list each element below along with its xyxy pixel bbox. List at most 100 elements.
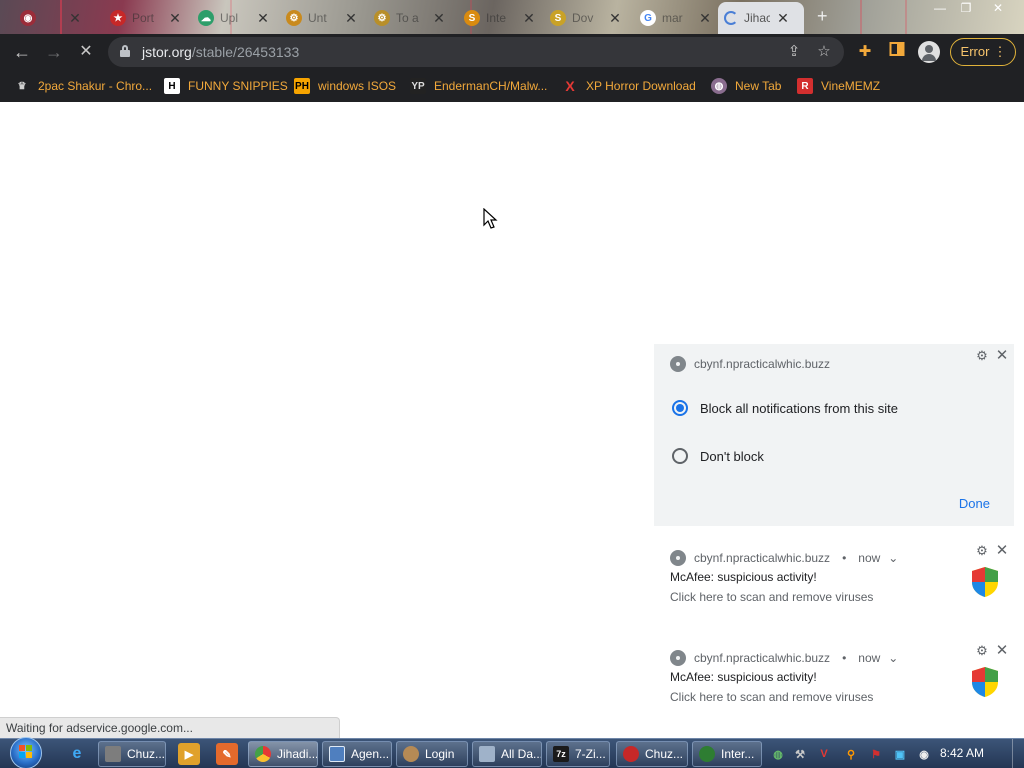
- bookmark-endermanch[interactable]: YP EndermanCH/Malw...: [410, 76, 547, 96]
- chrome-icon: [255, 746, 271, 762]
- close-tab-icon[interactable]: ✕: [698, 10, 712, 27]
- back-arrow-icon[interactable]: ←: [10, 40, 34, 64]
- chrome-icon: [670, 650, 686, 666]
- red-v-tray-icon[interactable]: V: [816, 746, 832, 762]
- url-text[interactable]: jstor.org/stable/26453133: [142, 44, 299, 60]
- notification-card[interactable]: cbynf.npracticalwhic.buzz • now ⌄ ⚙ ✕ Mc…: [654, 536, 1014, 632]
- internet-explorer-icon[interactable]: e: [66, 743, 88, 765]
- red-x-icon: X: [565, 78, 575, 94]
- red-star-icon: ★: [110, 10, 126, 26]
- bookmark-xp-horror[interactable]: X XP Horror Download: [562, 76, 696, 96]
- close-icon[interactable]: ✕: [995, 643, 1009, 658]
- restore-icon[interactable]: ❐: [952, 0, 980, 18]
- chevron-down-icon[interactable]: ⌄: [888, 651, 898, 665]
- share-icon[interactable]: ⇪: [784, 42, 804, 62]
- close-tab-icon[interactable]: ✕: [608, 10, 622, 27]
- bookmark-windows-isos[interactable]: PH windows ISOS: [294, 76, 396, 96]
- radio-block-all[interactable]: Block all notifications from this site: [672, 400, 898, 416]
- taskbar-window-inter[interactable]: Inter...: [692, 741, 762, 767]
- close-tab-icon[interactable]: ✕: [344, 10, 358, 27]
- stop-loading-icon[interactable]: ✕: [74, 40, 98, 64]
- bookmark-2pac[interactable]: ♛ 2pac Shakur - Chro...: [14, 76, 153, 96]
- tab-8[interactable]: G mar ✕: [634, 4, 718, 32]
- close-tab-icon[interactable]: ✕: [776, 10, 790, 27]
- notification-title: McAfee: suspicious activity!: [670, 670, 817, 684]
- taskbar: e Chuz... ▶ ✎ Jihadi... Agen... Login Al…: [0, 737, 1024, 768]
- taskbar-window-agen[interactable]: Agen...: [322, 741, 392, 767]
- media-player-icon[interactable]: ▶: [178, 743, 200, 765]
- tab-2[interactable]: ★ Port ✕: [104, 4, 188, 32]
- taskbar-window-chuz-1[interactable]: Chuz...: [98, 741, 166, 767]
- shield-icon: [972, 667, 998, 697]
- notification-permission-panel: cbynf.npracticalwhic.buzz ⚙ ✕ Block all …: [654, 344, 1014, 526]
- address-bar[interactable]: jstor.org/stable/26453133 ⇪ ☆: [108, 37, 844, 67]
- crown-icon: ♛: [17, 80, 27, 92]
- settings-gear-icon[interactable]: ⚙: [975, 544, 989, 558]
- start-button[interactable]: [8, 737, 44, 768]
- bookmark-star-icon[interactable]: ☆: [814, 42, 834, 62]
- orange-gear-icon: ⚙: [286, 10, 302, 26]
- notification-card[interactable]: cbynf.npracticalwhic.buzz • now ⌄ ⚙ ✕ Mc…: [654, 636, 1014, 732]
- error-button[interactable]: Error ⋮: [950, 38, 1016, 66]
- taskbar-window-chuz-2[interactable]: Chuz...: [616, 741, 688, 767]
- search-tray-icon[interactable]: ⚲: [843, 746, 859, 762]
- close-window-icon[interactable]: ✕: [984, 0, 1012, 18]
- tab-5[interactable]: ⚙ To a ✕: [368, 4, 452, 32]
- red-flag-tray-icon[interactable]: ⚑: [868, 746, 884, 762]
- tools-tray-icon[interactable]: ⚒: [792, 746, 808, 762]
- tab-7[interactable]: S Dov ✕: [544, 4, 628, 32]
- settings-gear-icon[interactable]: ⚙: [975, 349, 989, 363]
- extensions-puzzle-icon[interactable]: ✚: [854, 41, 876, 63]
- volume-tray-icon[interactable]: ◉: [916, 746, 932, 762]
- monitor-tray-icon[interactable]: ▣: [892, 746, 908, 762]
- bookmark-funny-snippies[interactable]: H FUNNY SNIPPIES: [164, 76, 288, 96]
- notification-site: cbynf.npracticalwhic.buzz • now ⌄: [670, 650, 898, 666]
- radio-unselected-icon[interactable]: [672, 448, 688, 464]
- separator-dot: •: [842, 551, 847, 565]
- close-icon[interactable]: ✕: [995, 543, 1009, 558]
- bookmark-new-tab[interactable]: ◍ New Tab: [711, 76, 781, 96]
- taskbar-clock[interactable]: 8:42 AM: [940, 746, 984, 760]
- new-tab-icon[interactable]: +: [817, 6, 828, 27]
- taskbar-window-7zip[interactable]: 7z 7-Zi...: [546, 741, 610, 767]
- close-tab-icon[interactable]: ✕: [256, 10, 270, 27]
- radio-dont-block[interactable]: Don't block: [672, 448, 764, 464]
- close-icon[interactable]: ✕: [995, 348, 1009, 363]
- profile-avatar-icon[interactable]: [918, 41, 940, 63]
- browser-toolbar: ← → ✕ jstor.org/stable/26453133 ⇪ ☆ ✚ Er…: [0, 34, 1024, 70]
- settings-gear-icon[interactable]: ⚙: [975, 644, 989, 658]
- taskbar-window-jihadi[interactable]: Jihadi...: [248, 741, 318, 767]
- tab-4[interactable]: ⚙ Unt ✕: [280, 4, 364, 32]
- done-button[interactable]: Done: [959, 496, 990, 511]
- network-globe-tray-icon[interactable]: ◍: [770, 746, 786, 762]
- tab-6[interactable]: S Inte ✕: [458, 4, 542, 32]
- close-tab-icon[interactable]: ✕: [522, 10, 536, 27]
- radio-selected-icon[interactable]: [672, 400, 688, 416]
- status-bubble: Waiting for adservice.google.com...: [0, 717, 340, 739]
- red-app-icon: [623, 746, 639, 762]
- close-tab-icon[interactable]: ✕: [68, 10, 82, 27]
- separator-dot: •: [842, 651, 847, 665]
- wallpaper-scratch: [860, 0, 862, 34]
- paint-icon[interactable]: ✎: [216, 743, 238, 765]
- bookmark-vinememz[interactable]: R VineMEMZ: [797, 76, 880, 96]
- loading-spinner-icon: [724, 11, 738, 25]
- permission-site: cbynf.npracticalwhic.buzz: [670, 356, 830, 372]
- close-tab-icon[interactable]: ✕: [168, 10, 182, 27]
- minimize-icon[interactable]: —: [926, 0, 954, 18]
- lock-icon[interactable]: [120, 45, 130, 57]
- tab-1[interactable]: ◉ ✕: [14, 4, 88, 32]
- gold-s-icon: S: [550, 10, 566, 26]
- side-panel-icon[interactable]: [886, 41, 908, 63]
- chevron-down-icon[interactable]: ⌄: [888, 551, 898, 565]
- forward-arrow-icon[interactable]: →: [42, 40, 66, 64]
- show-desktop-button[interactable]: [1012, 739, 1024, 768]
- wallpaper-scratch: [905, 0, 907, 34]
- h-letter-icon: H: [164, 78, 180, 94]
- more-menu-icon: ⋮: [993, 44, 1006, 59]
- taskbar-window-login[interactable]: Login: [396, 741, 468, 767]
- close-tab-icon[interactable]: ✕: [432, 10, 446, 27]
- taskbar-window-all-da[interactable]: All Da...: [472, 741, 542, 767]
- tab-3[interactable]: ☁ Upl ✕: [192, 4, 276, 32]
- tab-active[interactable]: Jihac ✕: [718, 2, 804, 34]
